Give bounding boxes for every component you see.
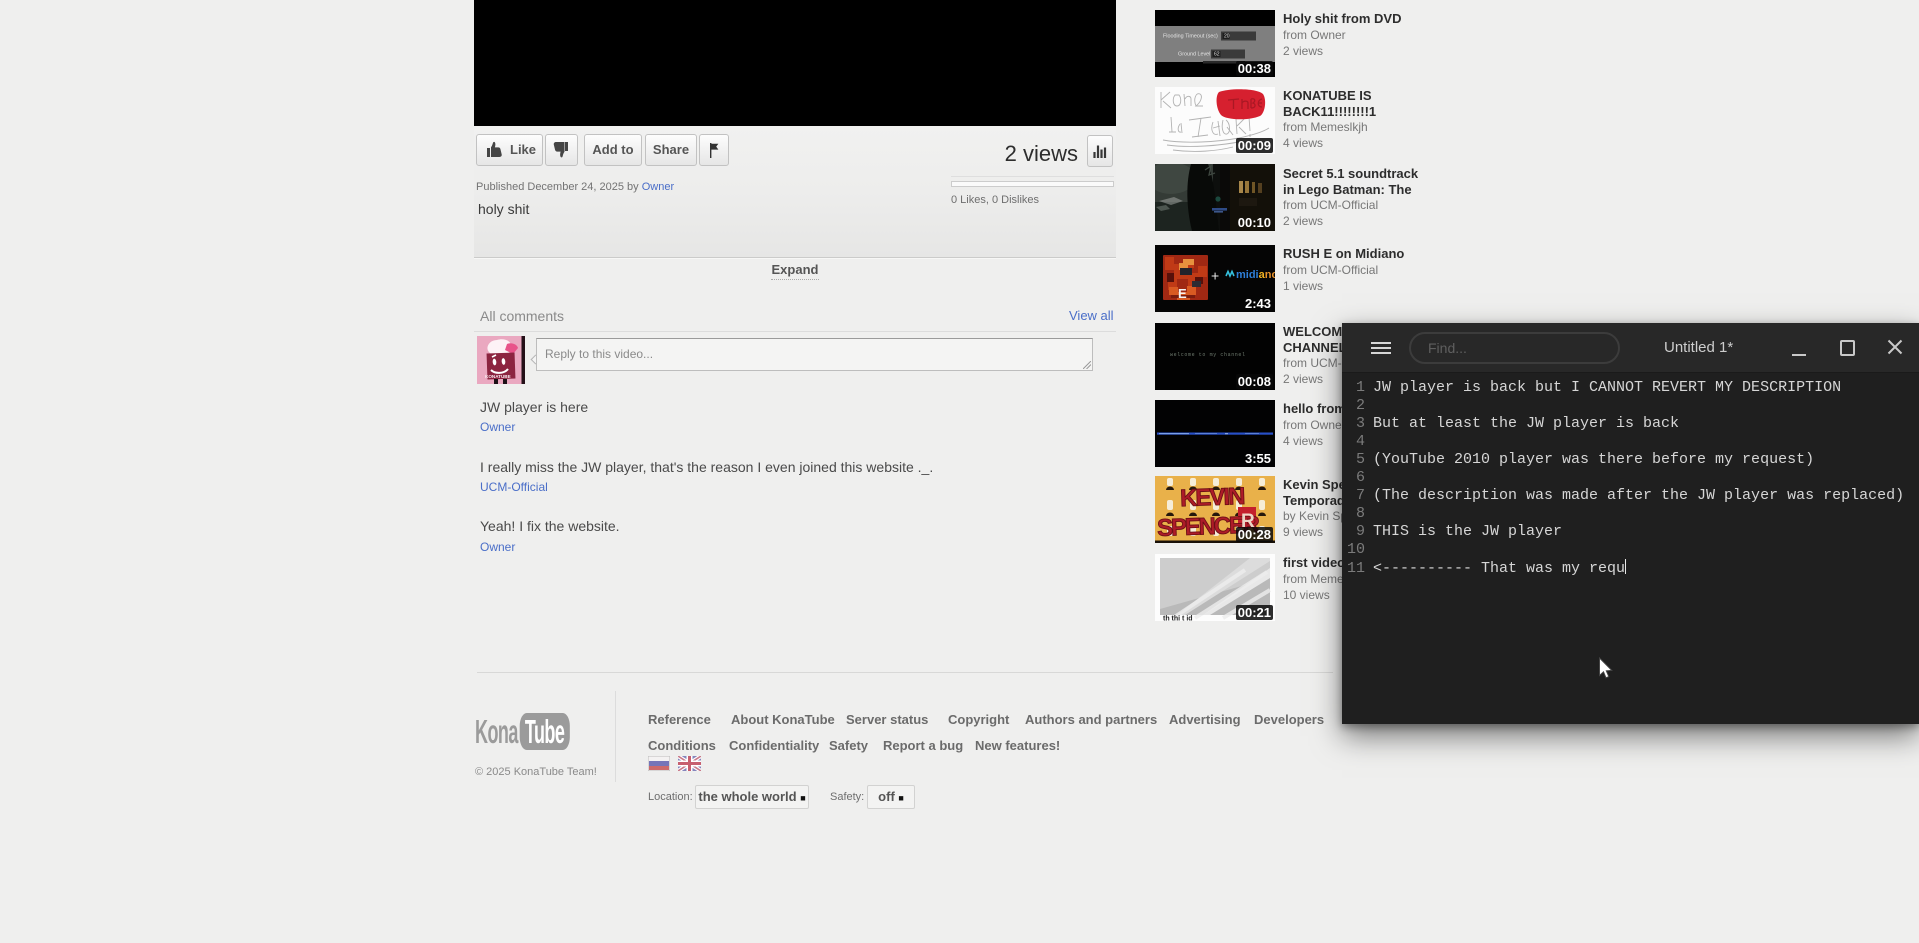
svg-text:20: 20 — [1224, 34, 1230, 40]
svg-text:KEVIN: KEVIN — [1180, 483, 1245, 512]
svg-text:Flooding Timeout (sec): Flooding Timeout (sec) — [1163, 34, 1218, 40]
svg-text:+: + — [1211, 268, 1219, 284]
svg-text:62: 62 — [1214, 52, 1220, 58]
svg-text:Ground Level: Ground Level — [1178, 52, 1210, 58]
svg-text:KONATUBE: KONATUBE — [485, 374, 511, 379]
svg-text:E: E — [1178, 286, 1187, 301]
svg-text:welcome to my channel: welcome to my channel — [1170, 352, 1246, 358]
svg-text:th thi t id: th thi t id — [1163, 616, 1193, 622]
svg-text:midiano: midiano — [1236, 269, 1275, 281]
